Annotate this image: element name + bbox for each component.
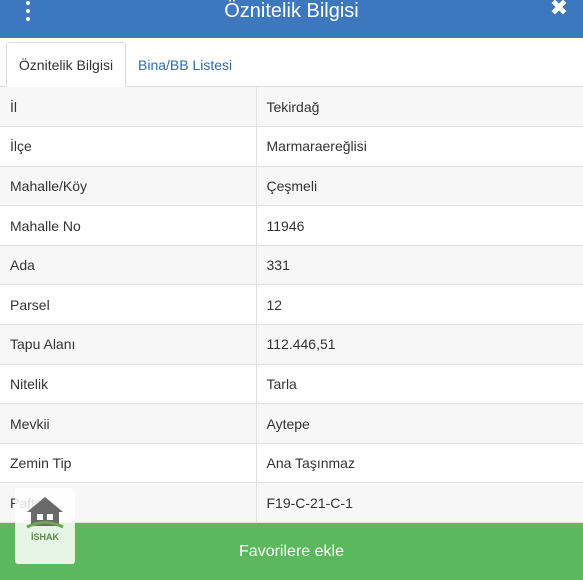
table-row: Mahalle/Köy Çeşmeli: [0, 166, 583, 207]
row-value: Ana Taşınmaz: [256, 443, 583, 484]
table-row: PaftaF19-C-21-C-1: [0, 482, 583, 524]
close-icon[interactable]: ✖: [549, 0, 569, 20]
table-row: Tapu Alanı 112.446,51: [0, 324, 583, 365]
tab-bar: Öznitelik Bilgisi Bina/BB Listesi: [0, 38, 583, 87]
table-row: Mahalle No 11946: [0, 205, 583, 246]
row-key: Mevkii: [0, 403, 257, 444]
table-row: Zemin Tip Ana Taşınmaz: [0, 443, 583, 484]
attribute-table: İl Tekirdağ İlçe Marmaraereğlisi Mahalle/K…: [0, 87, 583, 524]
modal-title: Öznitelik Bilgisi: [224, 0, 359, 22]
table-row: Parsel 12: [0, 284, 583, 326]
add-to-favorites-button[interactable]: Favorilere ekle: [0, 523, 583, 580]
row-key: Nitelik: [0, 364, 257, 405]
row-value: Marmaraereğlisi: [256, 126, 583, 167]
row-key: Mahalle No: [0, 205, 257, 246]
row-value: Aytepe: [256, 403, 583, 444]
table-row: Mevkii Aytepe: [0, 403, 583, 444]
tab-attribute-info[interactable]: Öznitelik Bilgisi: [6, 42, 126, 87]
tab-building-list[interactable]: Bina/BB Listesi: [128, 42, 242, 87]
row-value: Tarla: [256, 364, 583, 405]
row-value: F19-C-21-C-1: [256, 482, 583, 524]
row-key: İlçe: [0, 126, 257, 167]
row-key: Ada: [0, 245, 257, 286]
table-row: Ada 331: [0, 245, 583, 286]
row-key: İl: [0, 87, 257, 128]
row-key: Parsel: [0, 284, 257, 326]
table-row: Nitelik Tarla: [0, 364, 583, 405]
kebab-menu-icon[interactable]: [23, 0, 33, 21]
logo-text: İSHAK: [30, 532, 59, 542]
row-value: Tekirdağ: [256, 87, 583, 128]
row-value: 12: [256, 284, 583, 326]
row-value: 331: [256, 245, 583, 286]
row-value: Çeşmeli: [256, 166, 583, 207]
row-key: Tapu Alanı: [0, 324, 257, 365]
table-row: İl Tekirdağ: [0, 87, 583, 128]
ishak-logo: İSHAK: [15, 488, 75, 564]
house-logo-icon: [26, 497, 64, 529]
row-value: 112.446,51: [256, 324, 583, 365]
row-key: Zemin Tip: [0, 443, 257, 484]
modal-header: Öznitelik Bilgisi ✖: [0, 0, 583, 38]
row-key: Mahalle/Köy: [0, 166, 257, 207]
table-row: İlçe Marmaraereğlisi: [0, 126, 583, 167]
row-value: 11946: [256, 205, 583, 246]
